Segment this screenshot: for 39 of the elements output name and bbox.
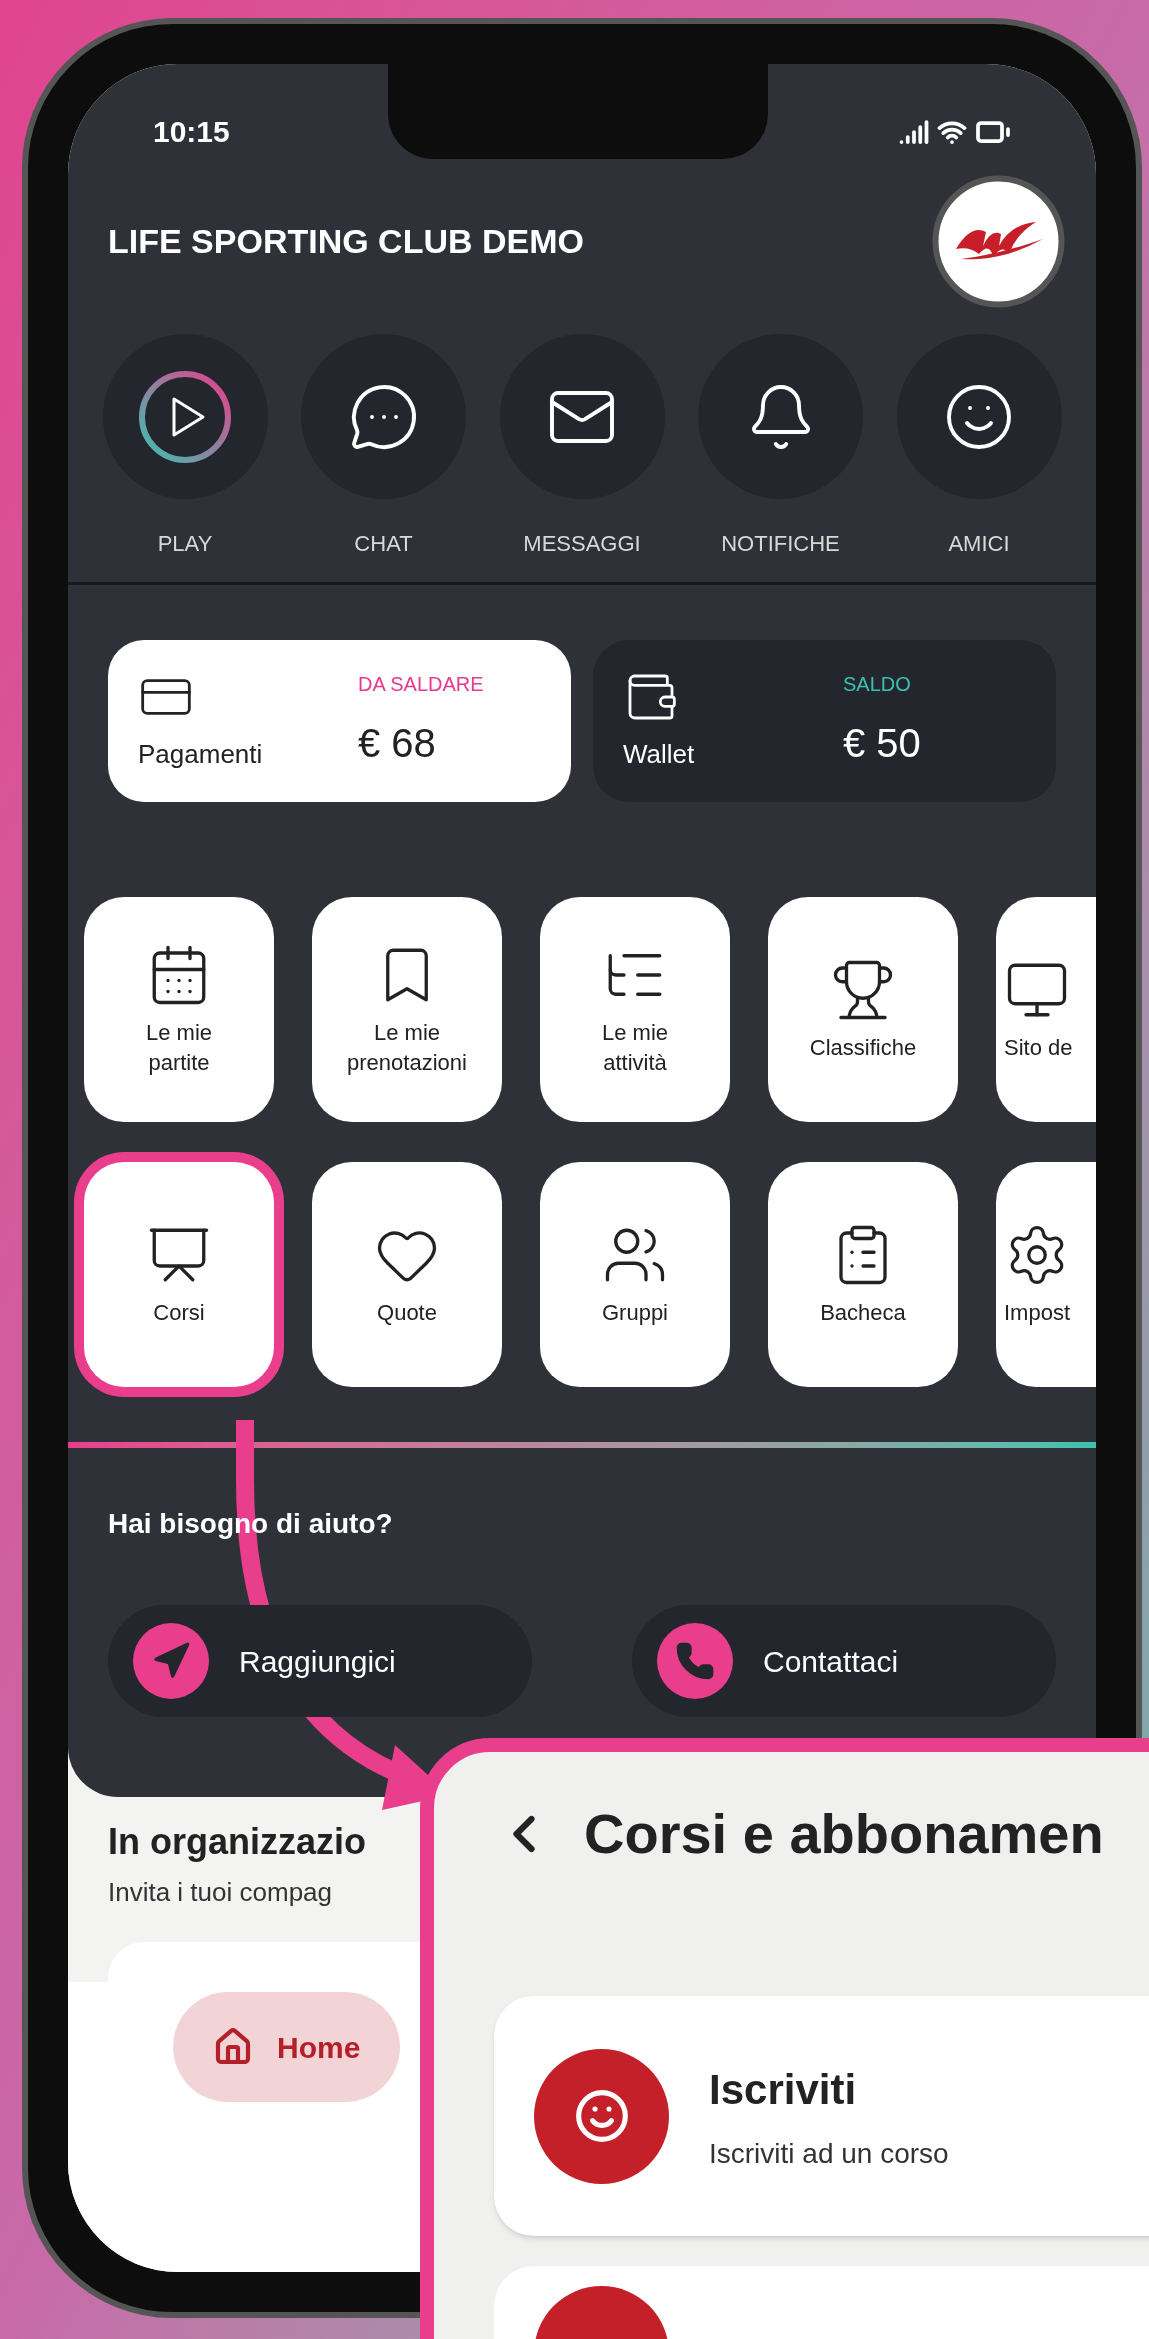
status-time: 10:15	[153, 114, 230, 150]
card-label: Wallet	[623, 737, 696, 771]
phone-icon	[675, 1641, 715, 1681]
card-caption: SALDO	[843, 672, 912, 697]
menu-tile[interactable]: Quote	[312, 1162, 502, 1387]
option-subtitle: Iscriviti ad un corso	[709, 2136, 949, 2171]
card-amount: € 50	[843, 720, 921, 767]
club-logo[interactable]	[931, 174, 1066, 309]
section-title: In organizzazio	[108, 1820, 366, 1864]
menu-tile[interactable]: Bacheca	[768, 1162, 958, 1387]
play-icon	[137, 368, 233, 465]
help-action-button[interactable]: Contattaci	[632, 1605, 1056, 1717]
menu-tile[interactable]: Le mie prenotazioni	[312, 897, 502, 1122]
card-label: Pagamenti	[138, 737, 264, 771]
help-action-button[interactable]: Raggiungici	[108, 1605, 532, 1717]
option-title: Iscriviti	[709, 2064, 858, 2115]
menu-tile[interactable]: Le mie attività	[540, 897, 730, 1122]
card-amount: € 68	[358, 720, 437, 767]
quick-action-button[interactable]: NOTIFICHE	[695, 334, 866, 560]
section-subtitle: Invita i tuoi compag	[108, 1876, 332, 1909]
balance-card[interactable]: Pagamenti DA SALDARE € 68	[108, 640, 571, 802]
navigation-icon	[151, 1641, 191, 1681]
quick-action-button[interactable]: AMICI	[894, 334, 1064, 560]
panel-title: Corsi e abbonamen	[584, 1801, 1104, 1867]
quick-action-button[interactable]: MESSAGGI	[497, 334, 667, 560]
balance-card[interactable]: Wallet SALDO € 50	[593, 640, 1056, 802]
menu-tile[interactable]: Impost	[996, 1162, 1096, 1387]
menu-tile[interactable]: Classifiche	[768, 897, 958, 1122]
club-title: LIFE SPORTING CLUB DEMO	[108, 221, 584, 262]
menu-tile[interactable]: Le mie partite	[84, 897, 274, 1122]
smiley-plus-icon	[573, 2088, 630, 2144]
menu-tile[interactable]: Sito de	[996, 897, 1096, 1122]
home-icon	[213, 2027, 253, 2067]
nav-tab[interactable]: Home	[173, 1992, 401, 2102]
card-caption: DA SALDARE	[358, 672, 484, 697]
option-card[interactable]: Iscriviti Iscriviti ad un corso	[494, 1996, 1149, 2236]
quick-action-button[interactable]: PLAY	[100, 334, 270, 560]
quick-action-button[interactable]: CHAT	[298, 334, 469, 560]
menu-tile[interactable]: Gruppi	[540, 1162, 730, 1387]
